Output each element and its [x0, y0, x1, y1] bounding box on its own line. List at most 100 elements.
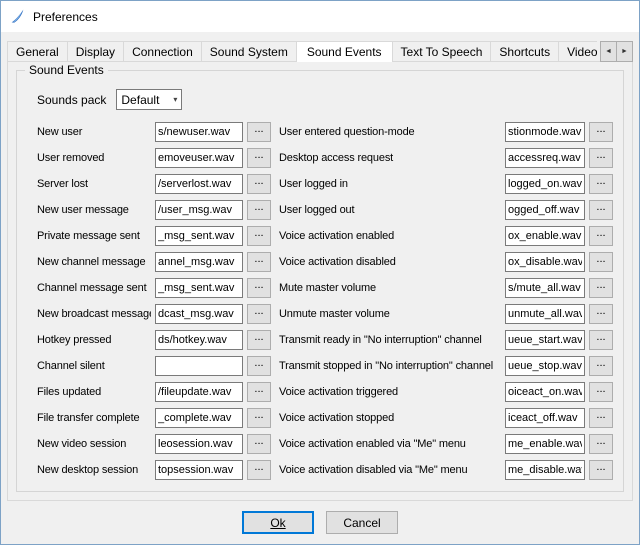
sound-event-row: Mute master volume... [279, 278, 613, 298]
sound-event-row: Transmit ready in "No interruption" chan… [279, 330, 613, 350]
browse-button[interactable]: ... [589, 174, 613, 194]
event-label: Mute master volume [279, 282, 501, 294]
tab-video[interactable]: Video [558, 41, 597, 62]
sounds-pack-selected-value: Default [121, 93, 159, 107]
browse-button[interactable]: ... [589, 408, 613, 428]
preferences-dialog: Preferences GeneralDisplayConnectionSoun… [0, 0, 640, 545]
browse-button[interactable]: ... [247, 408, 271, 428]
tab-general[interactable]: General [7, 41, 68, 62]
cancel-button[interactable]: Cancel [326, 511, 398, 534]
event-label: Private message sent [37, 230, 151, 242]
browse-button[interactable]: ... [589, 460, 613, 480]
event-label: User entered question-mode [279, 126, 501, 138]
sound-file-input[interactable] [505, 226, 585, 246]
tab-sound-events[interactable]: Sound Events [296, 41, 393, 62]
ok-button[interactable]: Ok [242, 511, 314, 534]
sound-event-row: New broadcast message... [37, 304, 271, 324]
browse-button[interactable]: ... [247, 252, 271, 272]
sound-file-input[interactable] [155, 174, 243, 194]
sound-file-input[interactable] [505, 356, 585, 376]
event-label: File transfer complete [37, 412, 151, 424]
tab-sound-system[interactable]: Sound System [201, 41, 297, 62]
sound-event-row: New user... [37, 122, 271, 142]
browse-button[interactable]: ... [589, 382, 613, 402]
sound-file-input[interactable] [505, 408, 585, 428]
sound-event-row: User logged in... [279, 174, 613, 194]
sound-event-row: Files updated... [37, 382, 271, 402]
chevron-down-icon: ▾ [173, 95, 177, 104]
sound-file-input[interactable] [155, 304, 243, 324]
sound-event-row: New video session... [37, 434, 271, 454]
browse-button[interactable]: ... [589, 278, 613, 298]
browse-button[interactable]: ... [247, 148, 271, 168]
browse-button[interactable]: ... [589, 200, 613, 220]
browse-button[interactable]: ... [589, 226, 613, 246]
sound-event-row: Unmute master volume... [279, 304, 613, 324]
browse-button[interactable]: ... [589, 356, 613, 376]
sound-file-input[interactable] [155, 252, 243, 272]
sound-file-input[interactable] [155, 356, 243, 376]
browse-button[interactable]: ... [247, 226, 271, 246]
browse-button[interactable]: ... [589, 122, 613, 142]
events-column-left: New user...User removed...Server lost...… [37, 122, 271, 486]
browse-button[interactable]: ... [247, 122, 271, 142]
tab-shortcuts[interactable]: Shortcuts [490, 41, 559, 62]
sound-file-input[interactable] [155, 226, 243, 246]
browse-button[interactable]: ... [247, 382, 271, 402]
browse-button[interactable]: ... [247, 174, 271, 194]
sound-event-row: Voice activation triggered... [279, 382, 613, 402]
browse-button[interactable]: ... [247, 200, 271, 220]
sound-file-input[interactable] [155, 200, 243, 220]
browse-button[interactable]: ... [247, 460, 271, 480]
browse-button[interactable]: ... [589, 304, 613, 324]
app-icon [9, 8, 26, 25]
event-label: New video session [37, 438, 151, 450]
sounds-pack-select[interactable]: Default ▾ [116, 89, 182, 110]
sound-file-input[interactable] [155, 148, 243, 168]
tab-text-to-speech[interactable]: Text To Speech [392, 41, 492, 62]
sound-file-input[interactable] [505, 122, 585, 142]
sound-event-row: Hotkey pressed... [37, 330, 271, 350]
event-label: Voice activation enabled via "Me" menu [279, 438, 501, 450]
sound-file-input[interactable] [155, 408, 243, 428]
sound-file-input[interactable] [505, 330, 585, 350]
sound-file-input[interactable] [505, 460, 585, 480]
browse-button[interactable]: ... [589, 252, 613, 272]
browse-button[interactable]: ... [247, 304, 271, 324]
sound-file-input[interactable] [505, 304, 585, 324]
sound-file-input[interactable] [505, 252, 585, 272]
browse-button[interactable]: ... [247, 434, 271, 454]
sound-event-row: Voice activation disabled via "Me" menu.… [279, 460, 613, 480]
sound-event-row: Channel message sent... [37, 278, 271, 298]
sound-file-input[interactable] [505, 200, 585, 220]
sound-file-input[interactable] [505, 278, 585, 298]
browse-button[interactable]: ... [247, 356, 271, 376]
browse-button[interactable]: ... [589, 330, 613, 350]
sound-file-input[interactable] [155, 434, 243, 454]
sounds-pack-label: Sounds pack [37, 93, 106, 107]
browse-button[interactable]: ... [247, 278, 271, 298]
browse-button[interactable]: ... [589, 148, 613, 168]
sound-file-input[interactable] [155, 460, 243, 480]
events-grid: New user...User removed...Server lost...… [37, 122, 613, 486]
sound-file-input[interactable] [505, 148, 585, 168]
sound-event-row: Transmit stopped in "No interruption" ch… [279, 356, 613, 376]
sound-file-input[interactable] [155, 122, 243, 142]
sound-file-input[interactable] [505, 174, 585, 194]
sound-event-row: File transfer complete... [37, 408, 271, 428]
sound-file-input[interactable] [505, 382, 585, 402]
sound-file-input[interactable] [155, 278, 243, 298]
browse-button[interactable]: ... [247, 330, 271, 350]
tab-scroll-left-button[interactable]: ◄ [600, 41, 617, 62]
sound-file-input[interactable] [155, 382, 243, 402]
sound-file-input[interactable] [155, 330, 243, 350]
event-label: New broadcast message [37, 308, 151, 320]
tab-scroll-right-button[interactable]: ► [616, 41, 633, 62]
event-label: Unmute master volume [279, 308, 501, 320]
sound-event-row: New channel message... [37, 252, 271, 272]
tab-display[interactable]: Display [67, 41, 124, 62]
sound-file-input[interactable] [505, 434, 585, 454]
sound-event-row: Voice activation stopped... [279, 408, 613, 428]
tab-connection[interactable]: Connection [123, 41, 202, 62]
browse-button[interactable]: ... [589, 434, 613, 454]
